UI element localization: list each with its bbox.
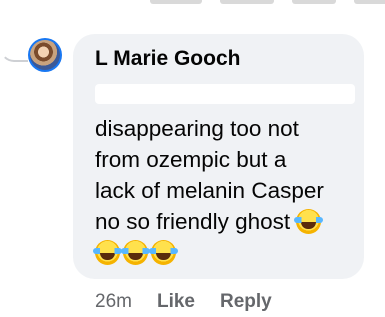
reply-button[interactable]: Reply xyxy=(220,291,272,313)
comment-actions: 26m Like Reply xyxy=(95,291,272,313)
comment-text-line: from ozempic but a xyxy=(95,147,287,172)
profile-photo xyxy=(30,40,60,70)
reply-thread-connector xyxy=(0,40,28,62)
previous-comment-actions-cutoff xyxy=(150,0,385,4)
rolling-on-floor-laughing-icon xyxy=(294,209,324,234)
rolling-on-floor-laughing-icon xyxy=(93,240,122,265)
comment-timestamp[interactable]: 26m xyxy=(95,291,132,313)
like-button[interactable]: Like xyxy=(157,291,195,313)
redacted-text-block xyxy=(95,84,355,104)
comment-author[interactable]: L Marie Gooch xyxy=(95,47,240,71)
comment-text: disappearing too not from ozempic but a … xyxy=(93,113,357,268)
rolling-on-floor-laughing-icon xyxy=(149,240,178,265)
avatar[interactable] xyxy=(28,38,62,72)
comment-thread: L Marie Gooch disappearing too not from … xyxy=(0,0,385,317)
comment-text-line: no so friendly ghost xyxy=(95,206,357,237)
comment-text-line: disappearing too not xyxy=(95,116,299,141)
comment-emoji-line xyxy=(93,237,357,268)
rolling-on-floor-laughing-icon xyxy=(121,240,150,265)
comment-text-line: lack of melanin Casper xyxy=(95,178,324,203)
